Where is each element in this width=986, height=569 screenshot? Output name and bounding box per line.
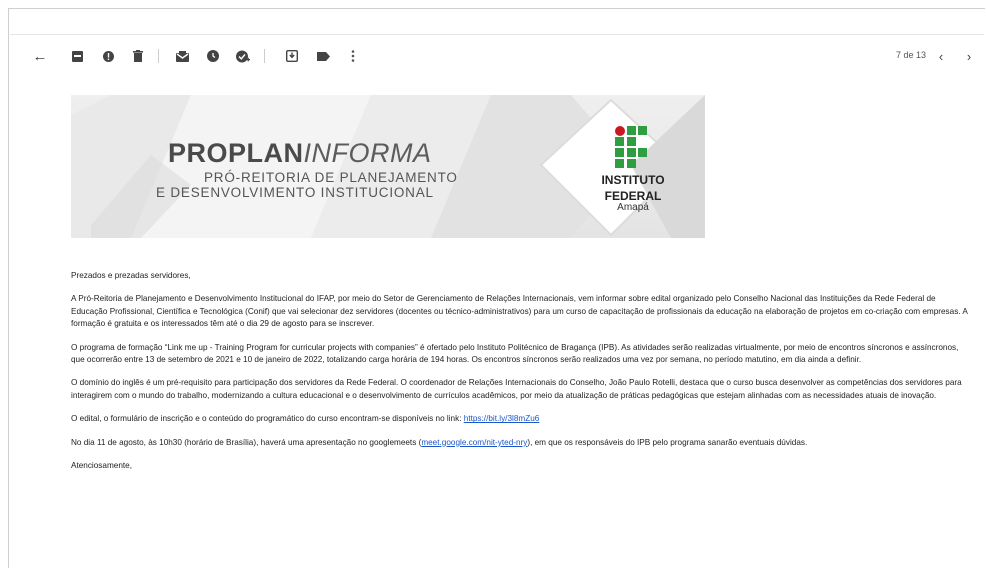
label-icon[interactable] <box>313 46 333 66</box>
add-task-icon[interactable] <box>233 46 253 66</box>
if-logo-mark <box>615 126 651 170</box>
email-toolbar: ← 7 de 13 ‹ › <box>10 40 984 74</box>
logo-text-federal: FEDERAL <box>604 189 662 203</box>
instituto-federal-logo: INSTITUTO FEDERAL Amapá <box>592 126 674 213</box>
logo-text-instituto: INSTITUTO <box>601 173 665 187</box>
delete-icon[interactable] <box>128 46 148 66</box>
google-meet-link[interactable]: meet.google.com/nit-yted-nry <box>421 438 527 447</box>
banner-title: PROPLANINFORMA <box>168 138 432 168</box>
paragraph-3: O domínio do inglês é um pré-requisito p… <box>71 378 962 400</box>
chevron-left-icon: ‹ <box>938 48 944 64</box>
pagination-count: 7 de 13 <box>895 50 926 60</box>
email-body: Prezados e prezadas servidores, A Pró-Re… <box>71 270 971 472</box>
paragraph-5: No dia 11 de agosto, às 10h30 (horário d… <box>71 437 808 447</box>
next-email-button[interactable]: › <box>960 46 978 66</box>
toolbar-divider <box>264 49 265 63</box>
more-options-icon[interactable] <box>343 46 363 66</box>
paragraph-4: O edital, o formulário de inscrição e o … <box>71 414 540 424</box>
snooze-icon[interactable] <box>203 46 223 66</box>
back-arrow-icon[interactable]: ← <box>30 46 50 66</box>
top-divider <box>10 34 984 35</box>
toolbar-divider <box>158 49 159 63</box>
greeting-text: Prezados e prezadas servidores, <box>71 271 191 280</box>
banner-subtitle-line1: PRÓ-REITORIA DE PLANEJAMENTO <box>204 170 458 185</box>
report-spam-icon[interactable] <box>98 46 118 66</box>
banner-subtitle-line2: E DESENVOLVIMENTO INSTITUCIONAL <box>156 185 434 200</box>
edital-link[interactable]: https://bit.ly/3l8mZu6 <box>464 414 540 423</box>
archive-icon[interactable] <box>67 46 87 66</box>
logo-text-amapa: Amapá <box>617 202 649 213</box>
move-to-icon[interactable] <box>282 46 302 66</box>
previous-email-button[interactable]: ‹ <box>932 46 950 66</box>
paragraph-1: A Pró-Reitoria de Planejamento e Desenvo… <box>71 294 968 329</box>
closing-text: Atenciosamente, <box>71 461 132 471</box>
mark-unread-icon[interactable] <box>172 46 192 66</box>
paragraph-2: O programa de formação “Link me up - Tra… <box>71 342 959 365</box>
chevron-right-icon: › <box>966 48 972 64</box>
